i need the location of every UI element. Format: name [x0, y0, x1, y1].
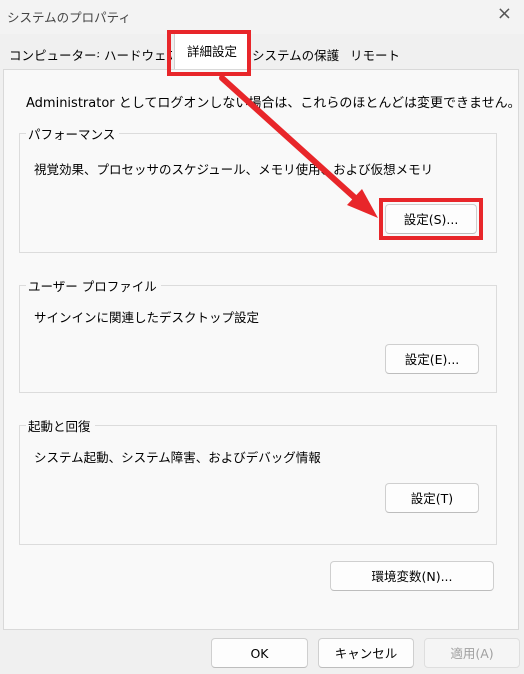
startup-recovery-settings-button[interactable]: 設定(T) [385, 483, 479, 513]
tab-advanced[interactable]: 詳細設定 [174, 34, 250, 70]
performance-description: 視覚効果、プロセッサのスケジュール、メモリ使用、および仮想メモリ [34, 162, 434, 177]
performance-legend: パフォーマンス [26, 124, 120, 143]
startup-recovery-legend: 起動と回復 [26, 416, 95, 435]
tab-computer-name[interactable]: コンピューター名 [9, 44, 99, 68]
ok-button[interactable]: OK [211, 638, 308, 668]
close-icon[interactable]: × [497, 3, 512, 24]
performance-settings-button[interactable]: 設定(S)... [385, 204, 477, 234]
apply-button[interactable]: 適用(A) [424, 638, 520, 668]
tab-system-protection[interactable]: システムの保護 [252, 44, 346, 68]
window-title: システムのプロパティ [7, 10, 131, 25]
tab-hardware[interactable]: ハードウェア [104, 44, 172, 68]
title-bar: システムのプロパティ × [0, 0, 524, 34]
user-profiles-group [19, 285, 497, 393]
environment-variables-button[interactable]: 環境変数(N)... [330, 561, 494, 591]
user-profiles-description: サインインに関連したデスクトップ設定 [34, 310, 260, 325]
performance-group [19, 133, 497, 253]
admin-notice: Administrator としてログオンしない場合は、これらのほとんどは変更で… [26, 96, 521, 111]
startup-recovery-description: システム起動、システム障害、およびデバッグ情報 [34, 450, 321, 465]
cancel-button[interactable]: キャンセル [318, 638, 414, 668]
user-profiles-settings-button[interactable]: 設定(E)... [385, 344, 479, 374]
tab-remote[interactable]: リモート [350, 44, 400, 68]
user-profiles-legend: ユーザー プロファイル [26, 276, 161, 295]
